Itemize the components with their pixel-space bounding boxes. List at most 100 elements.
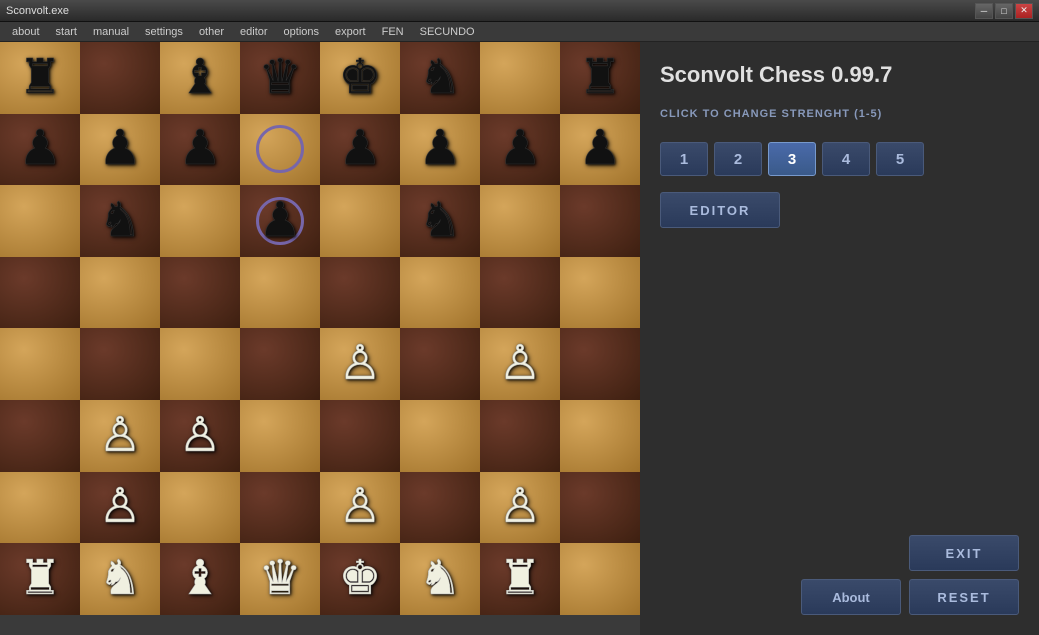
strength-label: CLICK TO CHANGE STRENGHT (1-5) <box>660 108 1019 120</box>
cell-5-1[interactable]: ♙ <box>80 400 160 472</box>
cell-4-5[interactable] <box>400 328 480 400</box>
cell-2-5[interactable]: ♞ <box>400 185 480 257</box>
cell-7-7[interactable] <box>560 543 640 615</box>
cell-7-0[interactable]: ♜ <box>0 543 80 615</box>
cell-0-4[interactable]: ♚ <box>320 42 400 114</box>
strength-5-button[interactable]: 5 <box>876 142 924 176</box>
strength-buttons-group: 1 2 3 4 5 <box>660 142 1019 176</box>
cell-6-6[interactable]: ♙ <box>480 472 560 544</box>
cell-6-3[interactable] <box>240 472 320 544</box>
menu-start[interactable]: start <box>48 24 85 40</box>
strength-2-button[interactable]: 2 <box>714 142 762 176</box>
menu-settings[interactable]: settings <box>137 24 191 40</box>
menu-editor[interactable]: editor <box>232 24 276 40</box>
minimize-button[interactable]: ─ <box>975 3 993 19</box>
cell-2-6[interactable] <box>480 185 560 257</box>
cell-0-1[interactable] <box>80 42 160 114</box>
close-button[interactable]: ✕ <box>1015 3 1033 19</box>
cell-3-4[interactable] <box>320 257 400 329</box>
cell-0-3[interactable]: ♛ <box>240 42 320 114</box>
chess-piece: ♟ <box>258 197 301 245</box>
cell-3-0[interactable] <box>0 257 80 329</box>
chess-piece: ♞ <box>98 555 141 603</box>
strength-3-button[interactable]: 3 <box>768 142 816 176</box>
cell-3-5[interactable] <box>400 257 480 329</box>
cell-5-2[interactable]: ♙ <box>160 400 240 472</box>
cell-3-1[interactable] <box>80 257 160 329</box>
cell-5-5[interactable] <box>400 400 480 472</box>
menu-options[interactable]: options <box>276 24 327 40</box>
cell-1-6[interactable]: ♟ <box>480 114 560 186</box>
chess-piece: ♞ <box>418 197 461 245</box>
cell-1-5[interactable]: ♟ <box>400 114 480 186</box>
chess-board-container[interactable]: ♜♝♛♚♞♜♟♟♟♟♟♟♟♞♟♞♙♙♙♙♙♙♙♜♞♝♛♚♞♜ <box>0 42 640 615</box>
cell-2-0[interactable] <box>0 185 80 257</box>
cell-4-3[interactable] <box>240 328 320 400</box>
chess-board[interactable]: ♜♝♛♚♞♜♟♟♟♟♟♟♟♞♟♞♙♙♙♙♙♙♙♜♞♝♛♚♞♜ <box>0 42 640 615</box>
bottom-row-buttons: About RESET <box>801 579 1019 615</box>
chess-piece: ♟ <box>18 125 61 173</box>
cell-4-2[interactable] <box>160 328 240 400</box>
cell-6-4[interactable]: ♙ <box>320 472 400 544</box>
cell-0-7[interactable]: ♜ <box>560 42 640 114</box>
cell-7-4[interactable]: ♚ <box>320 543 400 615</box>
cell-4-1[interactable] <box>80 328 160 400</box>
game-title: Sconvolt Chess 0.99.7 <box>660 62 1019 88</box>
cell-7-1[interactable]: ♞ <box>80 543 160 615</box>
cell-4-0[interactable] <box>0 328 80 400</box>
cell-7-2[interactable]: ♝ <box>160 543 240 615</box>
exit-button[interactable]: EXIT <box>909 535 1019 571</box>
cell-5-3[interactable] <box>240 400 320 472</box>
cell-0-6[interactable] <box>480 42 560 114</box>
cell-6-1[interactable]: ♙ <box>80 472 160 544</box>
cell-6-7[interactable] <box>560 472 640 544</box>
cell-2-7[interactable] <box>560 185 640 257</box>
cell-4-7[interactable] <box>560 328 640 400</box>
cell-2-4[interactable] <box>320 185 400 257</box>
cell-3-7[interactable] <box>560 257 640 329</box>
cell-4-4[interactable]: ♙ <box>320 328 400 400</box>
chess-piece: ♙ <box>498 340 541 388</box>
cell-3-2[interactable] <box>160 257 240 329</box>
maximize-button[interactable]: □ <box>995 3 1013 19</box>
cell-7-6[interactable]: ♜ <box>480 543 560 615</box>
cell-6-0[interactable] <box>0 472 80 544</box>
cell-0-5[interactable]: ♞ <box>400 42 480 114</box>
menu-about[interactable]: about <box>4 24 48 40</box>
menu-fen[interactable]: FEN <box>374 24 412 40</box>
about-button[interactable]: About <box>801 579 901 615</box>
cell-1-2[interactable]: ♟ <box>160 114 240 186</box>
cell-1-7[interactable]: ♟ <box>560 114 640 186</box>
cell-5-0[interactable] <box>0 400 80 472</box>
menu-secundo[interactable]: SECUNDO <box>412 24 483 40</box>
cell-2-2[interactable] <box>160 185 240 257</box>
cell-1-3[interactable] <box>240 114 320 186</box>
editor-button[interactable]: EDITOR <box>660 192 780 228</box>
reset-button[interactable]: RESET <box>909 579 1019 615</box>
cell-4-6[interactable]: ♙ <box>480 328 560 400</box>
strength-1-button[interactable]: 1 <box>660 142 708 176</box>
cell-1-1[interactable]: ♟ <box>80 114 160 186</box>
sidebar-spacer <box>660 244 1019 519</box>
cell-7-5[interactable]: ♞ <box>400 543 480 615</box>
strength-4-button[interactable]: 4 <box>822 142 870 176</box>
cell-2-3[interactable]: ♟ <box>240 185 320 257</box>
cell-0-2[interactable]: ♝ <box>160 42 240 114</box>
menu-export[interactable]: export <box>327 24 374 40</box>
cell-1-4[interactable]: ♟ <box>320 114 400 186</box>
cell-6-2[interactable] <box>160 472 240 544</box>
menu-other[interactable]: other <box>191 24 232 40</box>
menu-manual[interactable]: manual <box>85 24 137 40</box>
cell-3-3[interactable] <box>240 257 320 329</box>
cell-7-3[interactable]: ♛ <box>240 543 320 615</box>
cell-1-0[interactable]: ♟ <box>0 114 80 186</box>
cell-2-1[interactable]: ♞ <box>80 185 160 257</box>
cell-5-6[interactable] <box>480 400 560 472</box>
cell-6-5[interactable] <box>400 472 480 544</box>
sidebar: Sconvolt Chess 0.99.7 CLICK TO CHANGE ST… <box>640 42 1039 635</box>
cell-5-4[interactable] <box>320 400 400 472</box>
cell-5-7[interactable] <box>560 400 640 472</box>
cell-0-0[interactable]: ♜ <box>0 42 80 114</box>
chess-piece: ♙ <box>338 340 381 388</box>
cell-3-6[interactable] <box>480 257 560 329</box>
